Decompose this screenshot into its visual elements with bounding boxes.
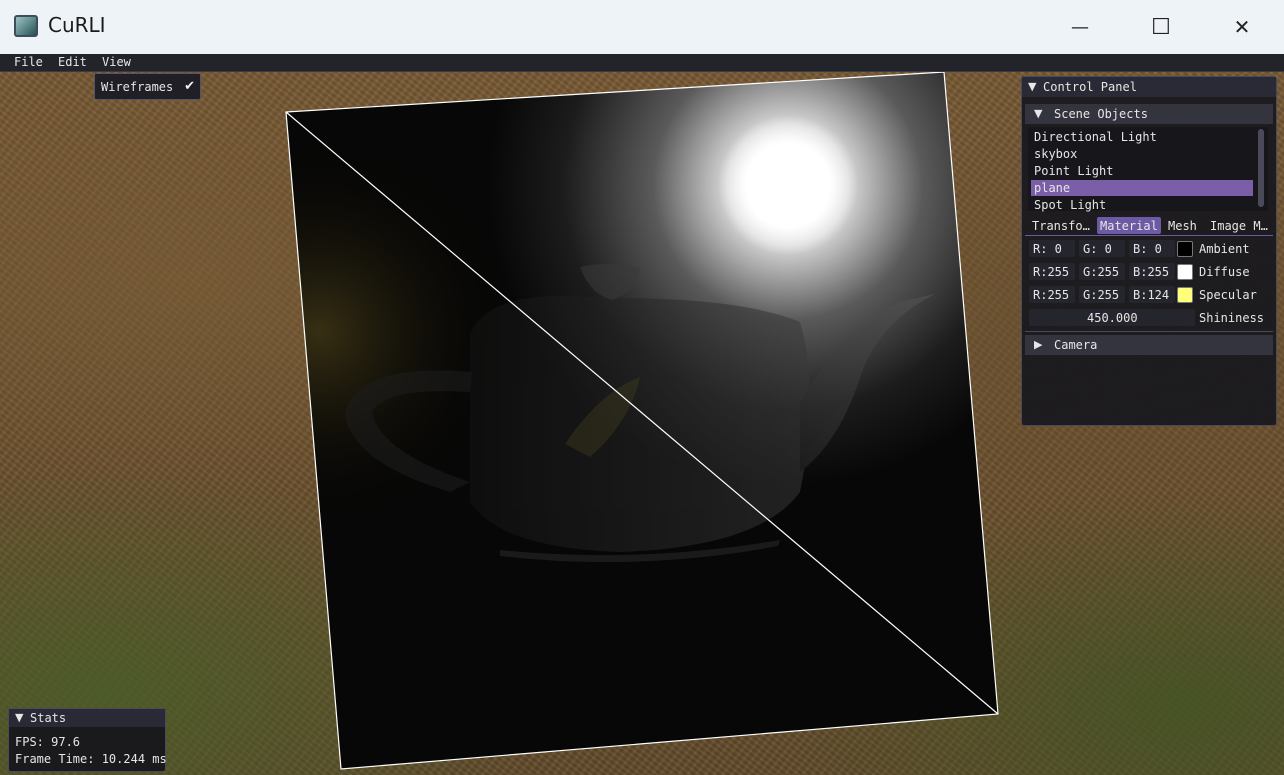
specular-label: Specular	[1199, 288, 1257, 302]
ambient-b-field[interactable]: B: 0	[1129, 240, 1175, 257]
stats-header[interactable]: ▼ Stats	[9, 709, 165, 727]
diffuse-r-field[interactable]: R:255	[1029, 263, 1075, 280]
list-item-selected[interactable]: plane	[1031, 180, 1253, 196]
tab-mesh[interactable]: Mesh	[1165, 217, 1201, 234]
menu-file[interactable]: File	[14, 55, 43, 69]
minimize-button[interactable]: —	[1040, 0, 1120, 54]
field-value: G:255	[1083, 288, 1120, 302]
list-item-label: Directional Light	[1034, 130, 1157, 144]
ambient-r-field[interactable]: R: 0	[1029, 240, 1075, 257]
collapse-triangle-icon: ▼	[1034, 107, 1043, 120]
list-item-label: Spot Light	[1034, 198, 1107, 212]
diffuse-color-swatch[interactable]	[1177, 264, 1193, 280]
scene-objects-header[interactable]: ▼ Scene Objects	[1025, 104, 1273, 124]
field-value: G:255	[1083, 265, 1120, 279]
specular-r-field[interactable]: R:255	[1029, 286, 1075, 303]
tab-transform[interactable]: Transfo…	[1029, 217, 1095, 234]
list-item[interactable]: Spot Light	[1031, 197, 1253, 213]
control-panel-title: Control Panel	[1043, 80, 1137, 94]
specular-color-swatch[interactable]	[1177, 287, 1193, 303]
control-panel-header[interactable]: ▼ Control Panel	[1022, 77, 1276, 97]
fps-readout: FPS: 97.6	[15, 735, 81, 749]
field-value: B:255	[1133, 265, 1170, 279]
diffuse-b-field[interactable]: B:255	[1129, 263, 1175, 280]
list-item[interactable]: skybox	[1031, 146, 1253, 162]
wireframes-label: Wireframes	[101, 80, 174, 94]
list-scrollbar[interactable]	[1258, 129, 1264, 207]
tab-label: Image M…	[1210, 219, 1268, 233]
app-icon	[14, 15, 38, 37]
shininess-slider[interactable]: 450.000	[1029, 309, 1195, 326]
menu-view[interactable]: View	[102, 55, 131, 69]
scrollbar-thumb[interactable]	[1258, 129, 1264, 207]
control-panel: ▼ Control Panel ▼ Scene Objects Directio…	[1021, 76, 1277, 426]
field-value: B:124	[1133, 288, 1170, 302]
expand-triangle-icon: ▶	[1034, 338, 1043, 351]
specular-b-field[interactable]: B:124	[1129, 286, 1175, 303]
shininess-value: 450.000	[1087, 311, 1138, 325]
maximize-button[interactable]: ☐	[1121, 0, 1201, 54]
field-value: R:255	[1033, 265, 1070, 279]
tab-image-maps[interactable]: Image M…	[1207, 217, 1273, 234]
camera-title: Camera	[1054, 338, 1098, 352]
ambient-label: Ambient	[1199, 242, 1250, 256]
list-item-label: plane	[1034, 181, 1071, 195]
scene-objects-list[interactable]: Directional Light skybox Point Light pla…	[1028, 127, 1268, 213]
divider	[1025, 331, 1273, 332]
collapse-triangle-icon: ▼	[1028, 80, 1037, 93]
specular-g-field[interactable]: G:255	[1079, 286, 1125, 303]
ambient-g-field[interactable]: G: 0	[1079, 240, 1125, 257]
window-title: CuRLI	[48, 13, 106, 37]
title-bar: CuRLI — ☐ ✕	[0, 0, 1284, 55]
tab-label: Mesh	[1168, 219, 1197, 233]
camera-header[interactable]: ▶ Camera	[1025, 335, 1273, 355]
field-value: R: 0	[1033, 242, 1062, 256]
tab-label: Transfo…	[1032, 219, 1090, 233]
scene-objects-title: Scene Objects	[1054, 107, 1148, 121]
shininess-label: Shininess	[1199, 311, 1265, 325]
menu-edit[interactable]: Edit	[58, 55, 87, 69]
checkmark-icon: ✔	[184, 79, 195, 94]
tab-underline	[1025, 235, 1273, 236]
frame-time-readout: Frame Time: 10.244 ms	[15, 752, 167, 766]
diffuse-label: Diffuse	[1199, 265, 1250, 279]
field-value: G: 0	[1083, 242, 1112, 256]
tab-label: Material	[1100, 219, 1158, 233]
stats-title: Stats	[30, 711, 67, 725]
field-value: B: 0	[1133, 242, 1162, 256]
stats-panel: ▼ Stats FPS: 97.6 Frame Time: 10.244 ms	[8, 708, 167, 772]
diffuse-g-field[interactable]: G:255	[1079, 263, 1125, 280]
field-value: R:255	[1033, 288, 1070, 302]
list-item-label: skybox	[1034, 147, 1078, 161]
tab-material[interactable]: Material	[1097, 217, 1161, 234]
menu-bar: File Edit View	[0, 54, 1284, 72]
ambient-color-swatch[interactable]	[1177, 241, 1193, 257]
list-item[interactable]: Directional Light	[1031, 129, 1253, 145]
wireframes-menu-item[interactable]: Wireframes ✔	[94, 73, 201, 100]
list-item-label: Point Light	[1034, 164, 1114, 178]
close-button[interactable]: ✕	[1202, 0, 1282, 54]
list-item[interactable]: Point Light	[1031, 163, 1253, 179]
collapse-triangle-icon: ▼	[15, 711, 24, 724]
